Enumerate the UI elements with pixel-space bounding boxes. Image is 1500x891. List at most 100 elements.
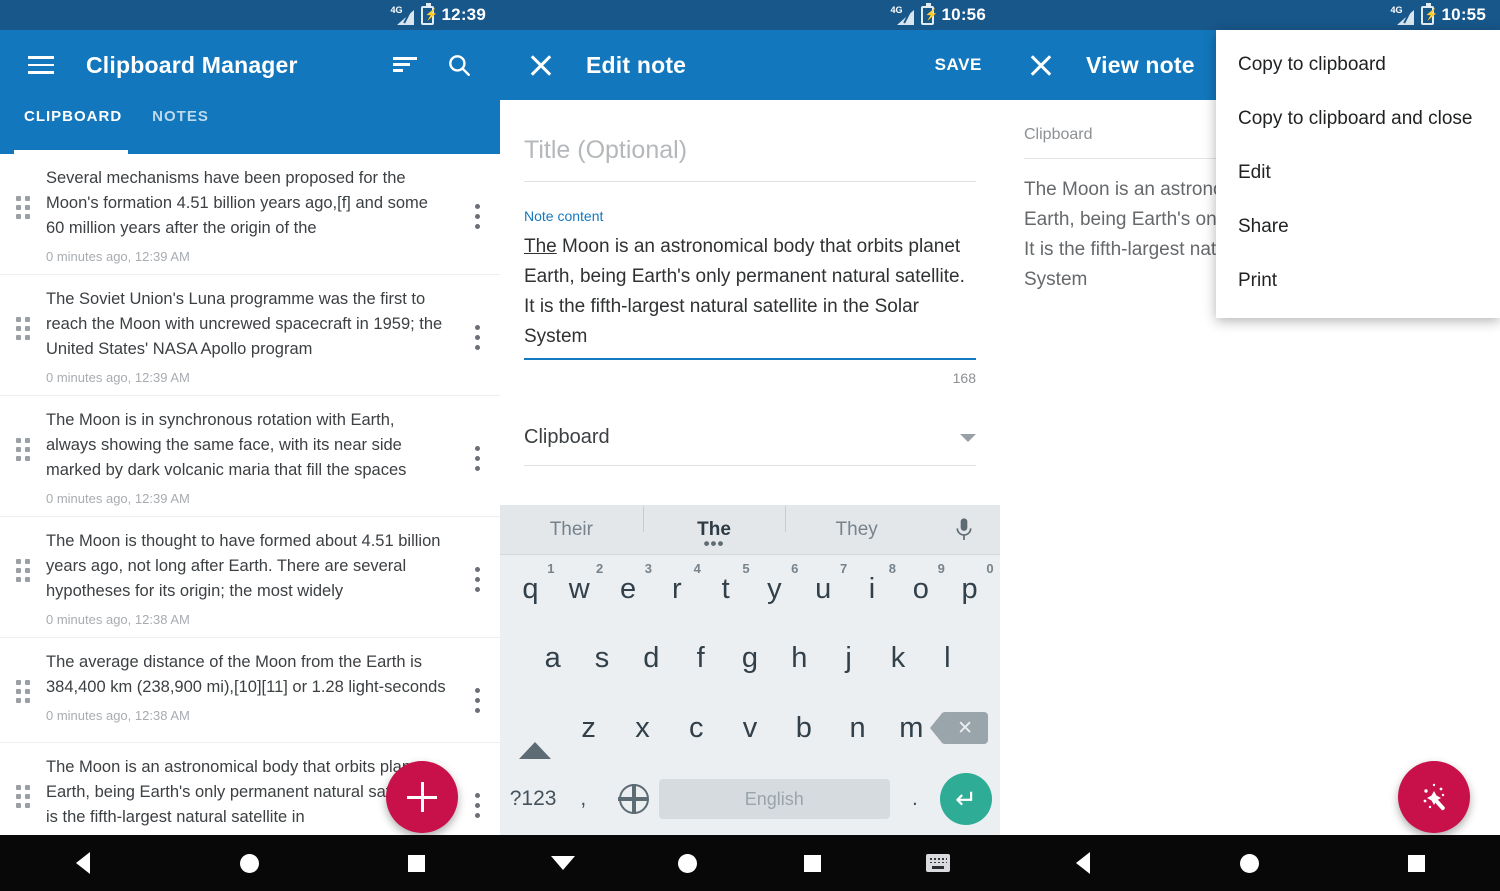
suggestion-1[interactable]: Their	[500, 519, 643, 541]
suggestion-bar: Their The ••• They	[500, 505, 1000, 555]
save-button[interactable]: SAVE	[935, 55, 982, 75]
hamburger-menu-icon[interactable]	[18, 42, 64, 88]
key-a[interactable]: a	[528, 623, 577, 693]
nav-recents-button[interactable]	[783, 835, 843, 891]
drag-handle-icon[interactable]	[0, 680, 46, 703]
add-clipboard-fab[interactable]	[386, 761, 458, 833]
key-l[interactable]: l	[923, 623, 972, 693]
shift-caps-icon[interactable]	[508, 693, 562, 763]
key-w-label: w	[568, 572, 590, 605]
menu-item-copy-to-clipboard-and-close[interactable]: Copy to clipboard and close	[1216, 92, 1500, 146]
nav-home-button[interactable]	[1220, 835, 1280, 891]
key-g[interactable]: g	[725, 623, 774, 693]
edit-note-toolbar: Edit note SAVE	[500, 30, 1000, 100]
drag-handle-icon[interactable]	[0, 196, 46, 219]
key-p[interactable]: 0p	[945, 555, 994, 623]
list-item[interactable]: The Moon is thought to have formed about…	[0, 517, 500, 638]
key-x[interactable]: x	[616, 693, 670, 763]
overflow-menu-icon[interactable]	[454, 793, 500, 818]
period-key[interactable]: .	[890, 763, 940, 835]
drag-handle-icon[interactable]	[0, 559, 46, 582]
spacebar-key[interactable]: English	[658, 779, 890, 819]
overflow-menu-icon[interactable]	[454, 204, 500, 229]
search-icon[interactable]	[436, 42, 482, 88]
comma-key[interactable]: ,	[558, 763, 608, 835]
list-item[interactable]: Several mechanisms have been proposed fo…	[0, 154, 500, 275]
menu-item-edit[interactable]: Edit	[1216, 146, 1500, 200]
key-b[interactable]: b	[777, 693, 831, 763]
menu-item-copy-to-clipboard[interactable]: Copy to clipboard	[1216, 38, 1500, 92]
key-k[interactable]: k	[873, 623, 922, 693]
status-clock: 10:56	[941, 5, 986, 24]
keyboard-icon	[925, 854, 950, 872]
note-content-input[interactable]: The Moon is an astronomical body that or…	[524, 224, 976, 360]
nav-keyboard-switch-button[interactable]	[908, 835, 968, 891]
nav-recents-button[interactable]	[1387, 835, 1447, 891]
nav-back-button[interactable]	[533, 835, 593, 891]
key-s[interactable]: s	[577, 623, 626, 693]
symbols-key[interactable]: ?123	[508, 763, 558, 835]
nav-back-button[interactable]	[53, 835, 113, 891]
close-icon[interactable]	[1018, 42, 1064, 88]
key-w[interactable]: 2w	[555, 555, 604, 623]
overflow-menu-popup[interactable]: Copy to clipboard Copy to clipboard and …	[1216, 30, 1500, 318]
list-item-text: The Soviet Union's Luna programme was th…	[46, 290, 443, 358]
nav-home-button[interactable]	[220, 835, 280, 891]
key-n[interactable]: n	[831, 693, 885, 763]
key-d[interactable]: d	[627, 623, 676, 693]
character-counter: 168	[952, 370, 976, 386]
recents-icon	[408, 854, 426, 872]
sort-icon[interactable]	[382, 42, 428, 88]
list-item[interactable]: The average distance of the Moon from th…	[0, 638, 500, 743]
note-title-input[interactable]: Title (Optional)	[524, 126, 976, 182]
menu-item-print[interactable]: Print	[1216, 254, 1500, 308]
magic-wand-icon	[1423, 783, 1445, 811]
nav-recents-button[interactable]	[387, 835, 447, 891]
nav-back-button[interactable]	[1053, 835, 1113, 891]
suggestion-2-selected[interactable]: The •••	[642, 505, 786, 553]
close-icon[interactable]	[518, 42, 564, 88]
enter-key[interactable]: ↵	[940, 763, 992, 835]
key-i[interactable]: 8i	[848, 555, 897, 623]
key-r[interactable]: 4r	[652, 555, 701, 623]
magic-wand-fab[interactable]	[1398, 761, 1470, 833]
key-c[interactable]: c	[669, 693, 723, 763]
key-e[interactable]: 3e	[604, 555, 653, 623]
overflow-menu-icon[interactable]	[454, 688, 500, 713]
enter-icon: ↵	[940, 773, 992, 825]
list-item-text: The Moon is thought to have formed about…	[46, 532, 441, 600]
backspace-icon[interactable]: ✕	[930, 693, 992, 763]
key-t[interactable]: 5t	[701, 555, 750, 623]
overflow-menu-icon[interactable]	[454, 567, 500, 592]
key-z[interactable]: z	[562, 693, 616, 763]
system-nav-bar	[0, 835, 500, 891]
nav-home-button[interactable]	[658, 835, 718, 891]
key-y-label: y	[767, 572, 782, 605]
microphone-icon[interactable]	[928, 516, 1000, 544]
list-item[interactable]: The Moon is in synchronous rotation with…	[0, 396, 500, 517]
key-o[interactable]: 9o	[896, 555, 945, 623]
status-bar: 4G ⚡ 10:56	[500, 0, 1000, 30]
key-r-number: 4	[693, 561, 701, 576]
composing-text: The	[524, 236, 557, 257]
drag-handle-icon[interactable]	[0, 438, 46, 461]
key-u[interactable]: 7u	[799, 555, 848, 623]
back-down-icon	[550, 856, 575, 870]
menu-item-share[interactable]: Share	[1216, 200, 1500, 254]
tab-clipboard[interactable]: CLIPBOARD	[14, 100, 142, 154]
category-spinner[interactable]: Clipboard	[524, 426, 976, 466]
suggestion-3[interactable]: They	[785, 505, 928, 541]
overflow-menu-icon[interactable]	[454, 446, 500, 471]
tab-notes[interactable]: NOTES	[142, 100, 229, 154]
key-q[interactable]: 1q	[506, 555, 555, 623]
key-v[interactable]: v	[723, 693, 777, 763]
key-y[interactable]: 6y	[750, 555, 799, 623]
drag-handle-icon[interactable]	[0, 785, 46, 808]
key-h[interactable]: h	[775, 623, 824, 693]
key-f[interactable]: f	[676, 623, 725, 693]
language-globe-icon[interactable]	[608, 763, 658, 835]
overflow-menu-icon[interactable]	[454, 325, 500, 350]
key-j[interactable]: j	[824, 623, 873, 693]
drag-handle-icon[interactable]	[0, 317, 46, 340]
list-item[interactable]: The Soviet Union's Luna programme was th…	[0, 275, 500, 396]
